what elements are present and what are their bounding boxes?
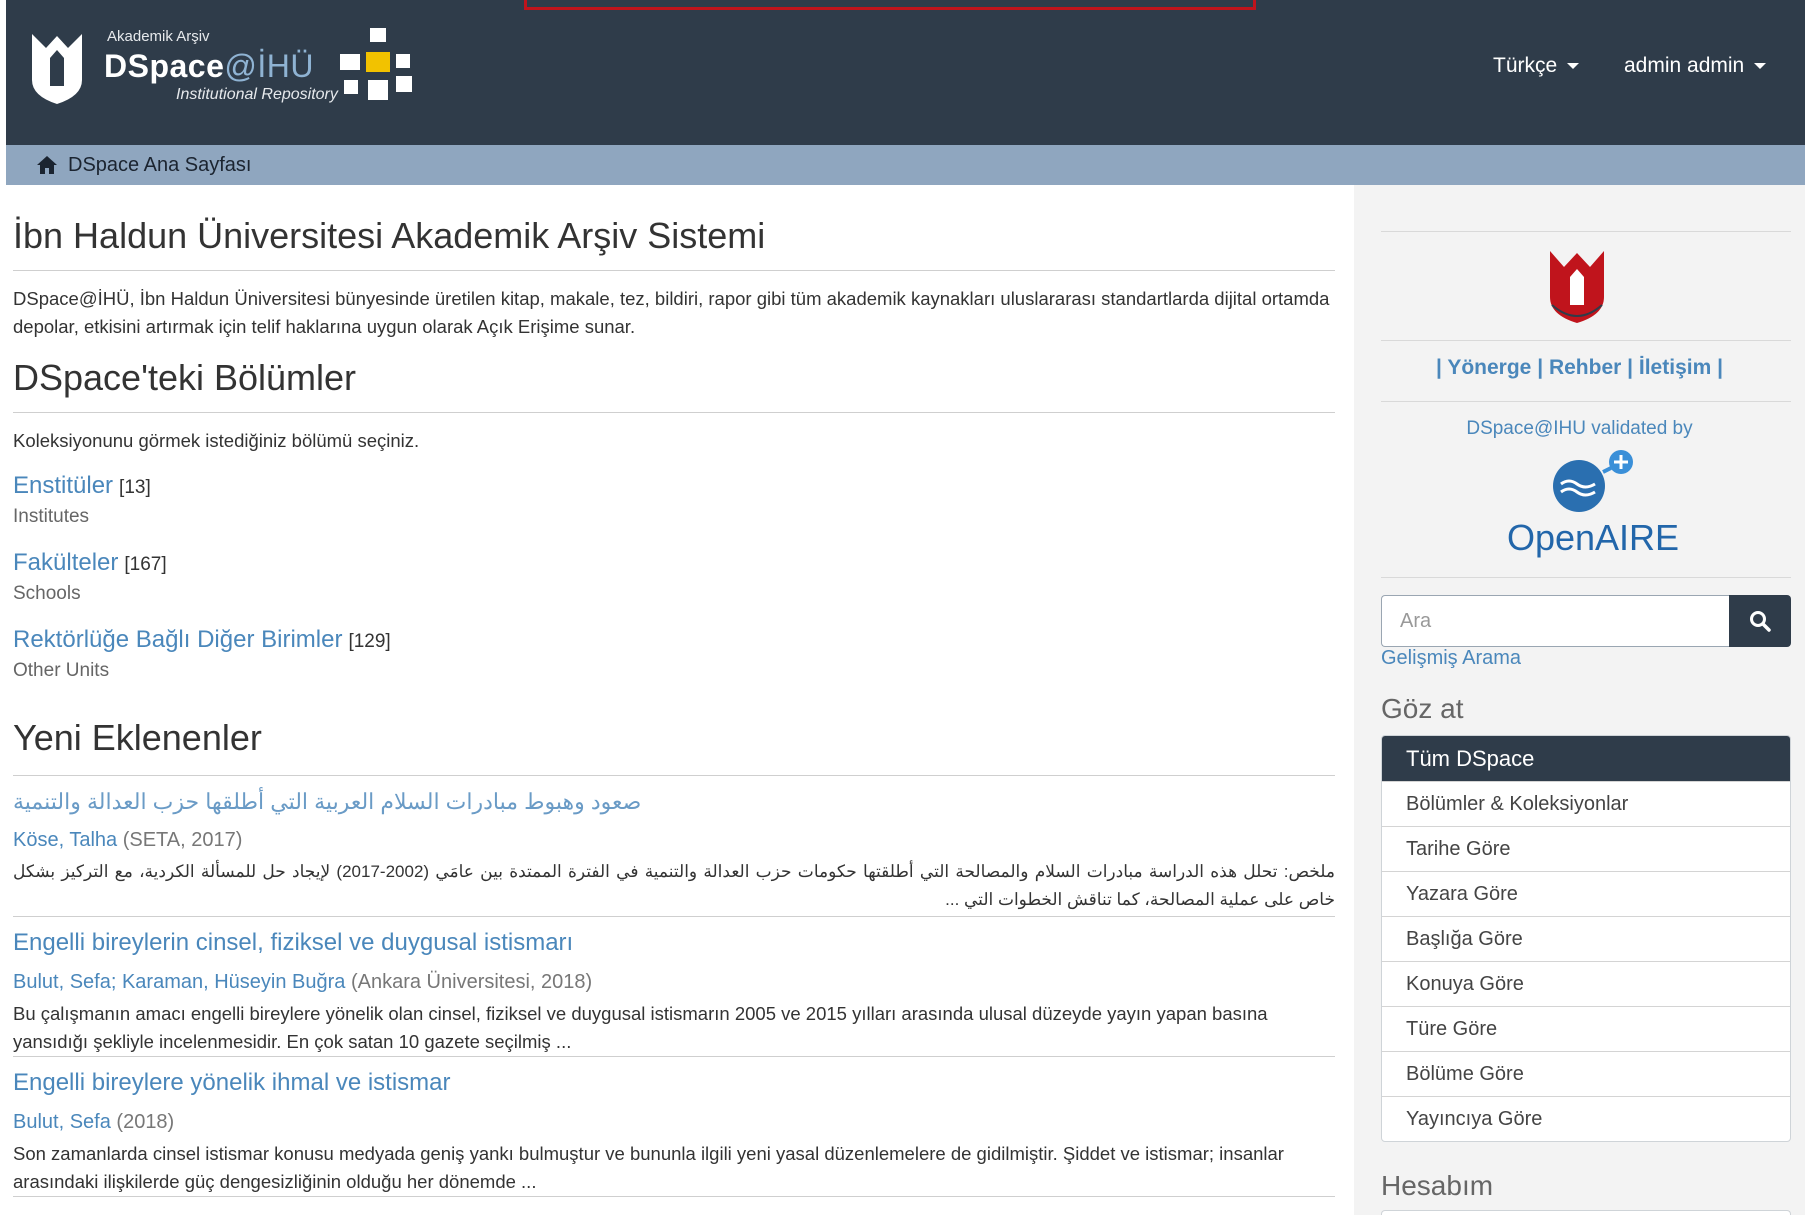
separator: | <box>1717 356 1723 379</box>
browse-item-publisher[interactable]: Yayıncıya Göre <box>1382 1096 1790 1141</box>
item-author-link[interactable]: Bulut, Sefa; Karaman, Hüseyin Buğra <box>13 971 345 993</box>
community-item: Fakülteler [167] Schools <box>13 549 167 605</box>
community-description: Institutes <box>13 506 90 527</box>
language-dropdown[interactable]: Türkçe <box>1493 54 1580 78</box>
community-item: Rektörlüğe Bağlı Diğer Birimler [129] Oth… <box>13 626 391 682</box>
community-item: Enstitüler [13] Institutes <box>13 472 151 528</box>
recent-submissions-heading: Yeni Eklenenler <box>13 717 262 758</box>
brand-at: @İHÜ <box>224 48 314 84</box>
browse-list: Tüm DSpace Bölümler & Koleksiyonlar Tari… <box>1381 735 1791 1142</box>
breadcrumb-home-link[interactable]: DSpace Ana Sayfası <box>68 154 251 177</box>
browse-item-title[interactable]: Başlığa Göre <box>1382 916 1790 961</box>
item-meta: Bulut, Sefa (2018) <box>13 1111 1335 1134</box>
divider <box>13 916 1335 917</box>
community-link-fakulteler[interactable]: Fakülteler <box>13 549 118 576</box>
item-publisher: (2018) <box>116 1111 175 1133</box>
community-count: [13] <box>119 477 151 498</box>
recent-item: صعود وهبوط مبادرات السلام العربية التي أ… <box>13 789 1335 914</box>
link-yonerge[interactable]: Yönerge <box>1447 356 1531 379</box>
validated-by-text: DSpace@IHU validated by <box>1466 418 1693 439</box>
recent-item: Engelli bireylere yönelik ihmal ve istis… <box>13 1069 1335 1196</box>
breadcrumb: DSpace Ana Sayfası <box>6 145 1805 185</box>
search-input[interactable] <box>1381 595 1729 647</box>
user-name: admin admin <box>1624 54 1745 77</box>
browse-item-date[interactable]: Tarihe Göre <box>1382 826 1790 871</box>
recent-item: Engelli bireylerin cinsel, fiziksel ve d… <box>13 929 1335 1056</box>
separator: | <box>1627 356 1634 379</box>
browse-item-all[interactable]: Tüm DSpace <box>1382 736 1790 781</box>
community-description: Other Units <box>13 660 110 681</box>
user-menu-dropdown[interactable]: admin admin <box>1624 54 1767 78</box>
item-title-link[interactable]: صعود وهبوط مبادرات السلام العربية التي أ… <box>13 789 1335 815</box>
logo-kicker: Akademik Arşiv <box>107 28 210 45</box>
community-count: [129] <box>348 631 391 652</box>
link-iletisim[interactable]: İletişim <box>1639 356 1711 379</box>
item-abstract: Son zamanlarda cinsel istismar konusu me… <box>13 1143 1284 1192</box>
link-rehber[interactable]: Rehber <box>1549 356 1621 379</box>
home-icon[interactable] <box>36 155 58 175</box>
browse-item-subject[interactable]: Konuya Göre <box>1382 961 1790 1006</box>
browse-heading: Göz at <box>1381 693 1464 724</box>
divider <box>13 1056 1335 1057</box>
divider <box>13 775 1335 776</box>
divider <box>1381 340 1791 341</box>
item-abstract: Bu çalışmanın amacı engelli bireylere yö… <box>13 1003 1268 1052</box>
item-author-link[interactable]: Bulut, Sefa <box>13 1111 111 1133</box>
account-menu <box>1381 1210 1791 1215</box>
chevron-down-icon <box>1754 63 1767 70</box>
divider <box>1381 577 1791 578</box>
browse-item-author[interactable]: Yazara Göre <box>1382 871 1790 916</box>
divider <box>1381 401 1791 402</box>
item-title-link[interactable]: Engelli bireylerin cinsel, fiziksel ve d… <box>13 929 1335 957</box>
dspace-blocks-logo <box>340 28 412 100</box>
divider <box>13 270 1335 271</box>
separator: | <box>1435 356 1442 379</box>
community-link-other-units[interactable]: Rektörlüğe Bağlı Diğer Birimler <box>13 626 342 653</box>
openaire-logo[interactable]: OpenAIRE <box>1503 450 1683 560</box>
item-author-link[interactable]: Köse, Talha <box>13 829 117 851</box>
sidebar: | Yönerge | Rehber | İletişim | DSpace@I… <box>1354 185 1805 1215</box>
search-icon <box>1750 611 1771 632</box>
top-header: Akademik Arşiv DSpace@İHÜ Institutional … <box>6 0 1805 145</box>
highlight-box <box>524 0 1256 10</box>
item-meta: Bulut, Sefa; Karaman, Hüseyin Buğra (Ank… <box>13 971 1335 994</box>
separator: | <box>1537 356 1544 379</box>
account-heading: Hesabım <box>1381 1170 1494 1201</box>
browse-item-communities[interactable]: Bölümler & Koleksiyonlar <box>1382 781 1790 826</box>
community-link-enstituler[interactable]: Enstitüler <box>13 472 113 499</box>
communities-instruction: Koleksiyonunu görmek istediğiniz bölümü … <box>13 430 420 451</box>
language-label: Türkçe <box>1493 54 1558 77</box>
item-publisher: (SETA, 2017) <box>122 829 243 851</box>
brand-tagline: Institutional Repository <box>176 86 338 103</box>
openaire-label: OpenAIRE <box>1507 517 1679 558</box>
community-description: Schools <box>13 583 81 604</box>
divider <box>13 412 1335 413</box>
sidebar-links: | Yönerge | Rehber | İletişim | <box>1354 356 1805 380</box>
chevron-down-icon <box>1567 63 1580 70</box>
browse-item-type[interactable]: Türe Göre <box>1382 1006 1790 1051</box>
divider <box>1381 231 1791 232</box>
divider <box>13 1196 1335 1197</box>
brand-name[interactable]: DSpace@İHÜ <box>104 48 314 85</box>
search-form <box>1381 595 1791 647</box>
search-button[interactable] <box>1729 595 1791 647</box>
item-title-link[interactable]: Engelli bireylere yönelik ihmal ve istis… <box>13 1069 1335 1097</box>
community-count: [167] <box>124 554 167 575</box>
item-meta: Köse, Talha (SETA, 2017) <box>13 829 1335 852</box>
advanced-search-link[interactable]: Gelişmiş Arama <box>1381 647 1521 670</box>
university-shield-logo[interactable] <box>1542 245 1612 325</box>
item-abstract: ملخص: تحلل هذه الدراسة مبادرات السلام وا… <box>13 862 1335 909</box>
intro-text: DSpace@İHÜ, İbn Haldun Üniversitesi büny… <box>13 288 1330 337</box>
communities-heading: DSpace'teki Bölümler <box>13 357 357 398</box>
item-publisher: (Ankara Üniversitesi, 2018) <box>350 971 593 993</box>
brand-main: DSpace <box>104 48 225 84</box>
browse-item-department[interactable]: Bölüme Göre <box>1382 1051 1790 1096</box>
university-shield-logo[interactable] <box>24 28 90 108</box>
page-title: İbn Haldun Üniversitesi Akademik Arşiv S… <box>13 215 766 256</box>
